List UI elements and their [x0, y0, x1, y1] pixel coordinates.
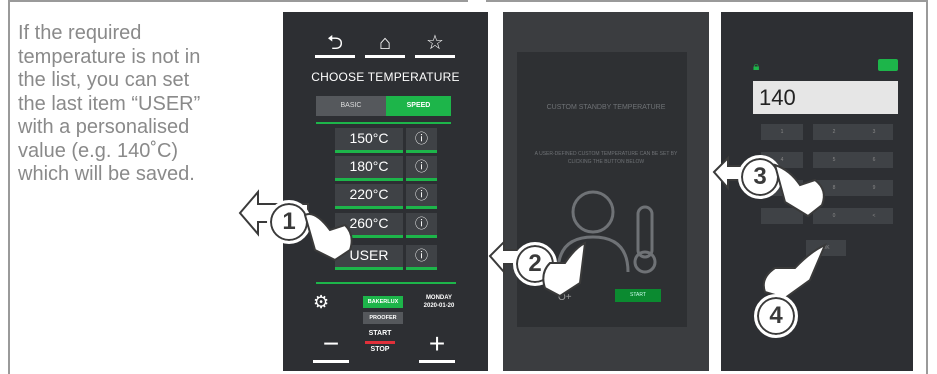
- key-3[interactable]: 3: [855, 124, 893, 140]
- temperature-button-180[interactable]: 180°C: [335, 156, 403, 181]
- start-stop-divider: [365, 341, 395, 344]
- temperature-button-220[interactable]: 220°C: [335, 184, 403, 209]
- pointing-hand-icon: [303, 213, 353, 262]
- frame-line-right: [926, 0, 928, 374]
- tab-underline: [316, 122, 451, 124]
- separator: [316, 282, 456, 284]
- dialog-title: CUSTOM STANDBY TEMPERATURE: [546, 104, 666, 111]
- instruction-line: the last item “USER”: [18, 92, 201, 115]
- stop-button[interactable]: STOP: [365, 346, 395, 353]
- key-backspace[interactable]: <: [855, 208, 893, 224]
- instruction-text: If the required temperature is not in th…: [18, 22, 268, 187]
- key-9[interactable]: 9: [855, 180, 893, 196]
- frame-line-top-left: [8, 0, 468, 2]
- pointing-hand-icon: [773, 163, 825, 218]
- instruction-line: value (e.g. 140˚C): [18, 139, 179, 162]
- home-icon[interactable]: ⌂: [363, 30, 407, 58]
- info-icon[interactable]: ⓘ: [406, 156, 437, 181]
- temperature-button-150[interactable]: 150°C: [335, 128, 403, 153]
- mode-button-bakerlux[interactable]: BAKERLUX: [363, 296, 403, 308]
- screen-title: CHOOSE TEMPERATURE: [311, 70, 460, 84]
- date-label: 2020-01-20: [423, 303, 455, 309]
- instruction-line: temperature is not in: [18, 45, 201, 68]
- info-icon[interactable]: ⓘ: [406, 245, 437, 270]
- instruction-line: If the required: [18, 22, 142, 44]
- custom-temperature-screen: CUSTOM STANDBY TEMPERATURE A USER-DEFINE…: [503, 12, 709, 371]
- info-icon[interactable]: ⓘ: [406, 184, 437, 209]
- frame-line-top-right: [486, 0, 926, 2]
- minus-button[interactable]: −: [313, 328, 349, 363]
- back-icon[interactable]: ⮌: [313, 30, 357, 58]
- info-icon[interactable]: ⓘ: [406, 128, 437, 153]
- instruction-line: which will be saved.: [18, 163, 195, 185]
- start-custom-button[interactable]: START: [615, 289, 661, 302]
- tab-basic[interactable]: BASIC: [316, 96, 386, 116]
- instruction-line: the list, you can set: [18, 69, 190, 91]
- frame-line-left: [8, 0, 10, 374]
- key-1[interactable]: 1: [761, 124, 803, 140]
- day-label: MONDAY: [425, 295, 453, 301]
- step-4-badge: 4: [754, 294, 798, 338]
- lock-icon[interactable]: 🔒︎: [753, 59, 759, 74]
- keyboard-icon[interactable]: [878, 59, 898, 71]
- tab-speed[interactable]: SPEED: [386, 96, 451, 116]
- key-6[interactable]: 6: [855, 152, 893, 168]
- settings-gear-icon[interactable]: ⚙: [313, 292, 329, 313]
- dialog-text: A USER-DEFINED CUSTOM TEMPERATURE CAN BE…: [534, 151, 678, 165]
- date-display: MONDAY 2020-01-20: [416, 294, 462, 310]
- mode-button-proofer[interactable]: PROOFER: [363, 312, 403, 324]
- pointing-hand-icon: [542, 241, 587, 298]
- star-icon[interactable]: ☆: [413, 30, 457, 58]
- info-icon[interactable]: ⓘ: [406, 213, 437, 238]
- start-button[interactable]: START: [365, 330, 395, 337]
- key-2[interactable]: 2: [813, 124, 855, 140]
- pointing-hand-icon: [762, 242, 827, 300]
- instruction-line: with a personalised: [18, 116, 190, 138]
- plus-button[interactable]: +: [419, 328, 455, 363]
- value-display[interactable]: 140: [753, 81, 898, 114]
